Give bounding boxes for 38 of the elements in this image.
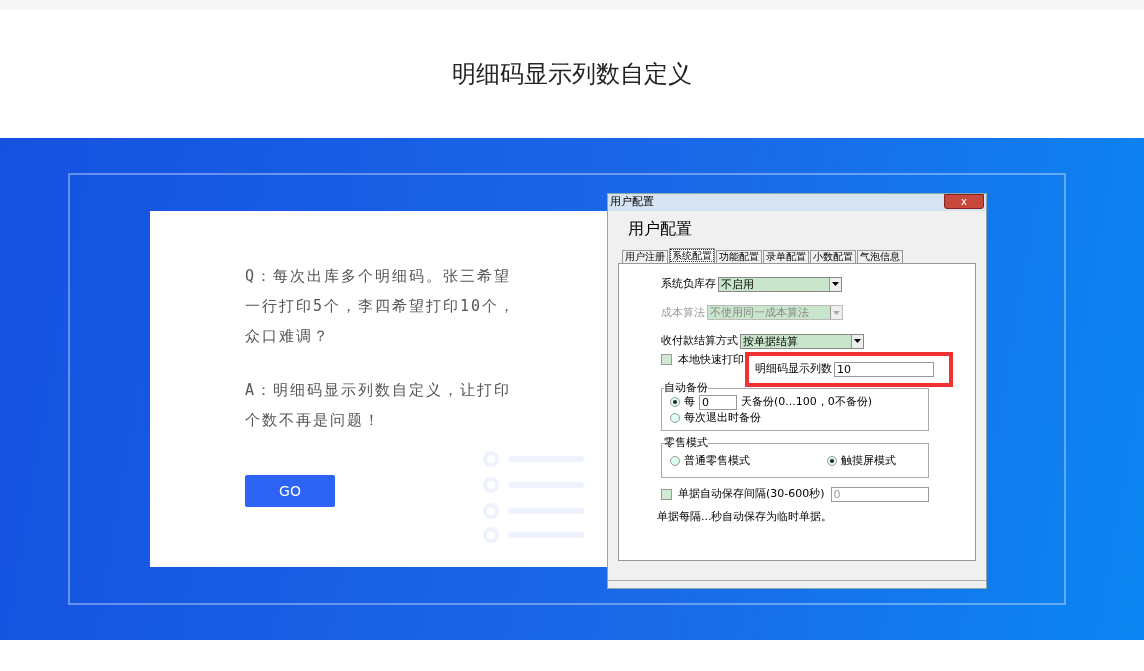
radio-label: 触摸屏模式 (841, 452, 896, 469)
dialog-heading: 用户配置 (627, 218, 693, 240)
dropdown[interactable]: 不启用 (718, 276, 842, 292)
radio-button[interactable] (670, 413, 680, 424)
question-text: Q：每次出库多个明细码。张三希望一行打印5个，李四希望打印10个，众口难调？ (245, 266, 518, 347)
close-button[interactable]: x (944, 194, 984, 209)
group-legend: 零售模式 (664, 437, 708, 450)
checkbox-label: 单据自动保存间隔(30-600秒) (678, 486, 825, 503)
group-legend: 自动备份 (664, 382, 708, 395)
field-label: 系统负库存 (661, 276, 716, 293)
tab[interactable]: 系统配置 (669, 248, 715, 264)
checkbox[interactable] (661, 354, 672, 366)
radio-label-suffix: 天备份(0...100，0不备份) (741, 393, 873, 410)
tab[interactable]: 气泡信息 (857, 250, 903, 264)
radio-button[interactable] (670, 397, 680, 408)
radio-button[interactable] (670, 456, 680, 467)
tab[interactable]: 小数配置 (810, 250, 856, 264)
tab[interactable]: 功能配置 (716, 250, 762, 264)
input-field[interactable]: 0 (699, 394, 737, 410)
caret-icon[interactable] (854, 339, 861, 344)
dropdown[interactable]: 按单据结算 (740, 333, 864, 349)
field-label: 收付款结算方式 (661, 333, 738, 350)
window-title: 用户配置 (610, 194, 654, 210)
input-field[interactable]: 10 (834, 362, 934, 378)
go-button[interactable]: GO (245, 475, 335, 507)
checkbox-label: 本地快速打印 (678, 351, 744, 368)
tab[interactable]: 录单配置 (763, 250, 809, 264)
page-title: 明细码显示列数自定义 (452, 59, 692, 89)
answer-text: A：明细码显示列数自定义，让打印个数不再是问题！ (245, 380, 513, 431)
radio-label: 普通零售模式 (684, 452, 750, 469)
caret-icon[interactable] (832, 282, 839, 287)
field-label: 明细码显示列数 (755, 361, 832, 378)
radio-label: 每次退出时备份 (684, 409, 761, 426)
note-text: 单据每隔...秒自动保存为临时单据。 (657, 508, 834, 525)
field-label: 成本算法 (661, 304, 705, 321)
tab[interactable]: 用户注册 (622, 250, 668, 264)
radio-button[interactable] (827, 456, 837, 467)
radio-label: 每 (684, 393, 695, 410)
